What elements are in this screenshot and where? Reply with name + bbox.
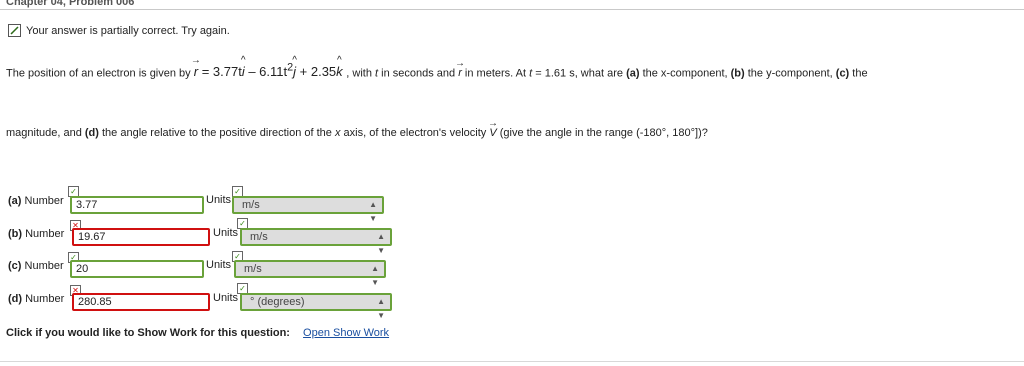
chevron-updown-icon: ▲ ▼	[377, 232, 385, 255]
divider	[0, 9, 1024, 10]
k-hat: ^ k	[336, 55, 343, 80]
i-hat: ^ i	[240, 55, 246, 80]
show-work-prompt: Click if you would like to Show Work for…	[6, 327, 290, 339]
units-select-c[interactable]: m/s ▲ ▼	[234, 260, 386, 287]
number-input-b[interactable]: 19.67	[72, 228, 210, 246]
units-select-d[interactable]: ° (degrees) ▲ ▼	[240, 293, 392, 320]
units-select-a[interactable]: m/s ▲ ▼	[232, 196, 384, 223]
problem-text: (give the angle in the range (-180°, 180…	[496, 127, 708, 139]
number-input-d[interactable]: 280.85	[72, 293, 210, 311]
eq-term1: = 3.77t	[198, 64, 242, 80]
page-title: Chapter 04, Problem 006	[6, 0, 135, 8]
problem-statement-line1: The position of an electron is given by …	[6, 55, 1016, 80]
divider	[0, 361, 1024, 362]
r-vector-symbol-2: → r	[455, 58, 466, 80]
part-a-label: (a)	[626, 67, 640, 80]
units-label-c: Units	[206, 259, 232, 271]
units-label-a: Units	[206, 194, 232, 206]
show-work-section: Click if you would like to Show Work for…	[6, 327, 389, 339]
number-input-a[interactable]: 3.77	[70, 196, 204, 214]
part-c-label: (c)	[835, 67, 850, 80]
problem-text: the angle relative to the positive direc…	[98, 127, 335, 139]
open-show-work-link[interactable]: Open Show Work	[303, 327, 389, 339]
number-input-c[interactable]: 20	[70, 260, 204, 278]
status-message: Your answer is partially correct. Try ag…	[26, 24, 230, 37]
eq-term3: + 2.35	[296, 64, 337, 80]
answer-label-a: (a) Number	[8, 195, 64, 207]
units-select-value: m/s	[242, 199, 260, 211]
chevron-updown-icon: ▲ ▼	[377, 297, 385, 320]
problem-text: = 1.61 s, what are	[532, 67, 627, 80]
eq-term2: – 6.11t	[244, 64, 288, 80]
part-b-label: (b)	[730, 67, 745, 80]
answer-label-d: (d) Number	[8, 293, 65, 305]
problem-text: in seconds and	[378, 67, 459, 80]
problem-text: the x-component,	[639, 67, 731, 80]
pencil-check-icon	[8, 24, 21, 37]
problem-text: magnitude, and	[6, 127, 85, 139]
units-select-value: m/s	[250, 231, 268, 243]
v-vector-symbol: → V	[488, 118, 498, 140]
position-equation: → r = 3.77t ^ i – 6.11t2 ^ j + 2.35 ^ k	[190, 55, 347, 80]
answer-label-b: (b) Number	[8, 228, 65, 240]
status-banner: Your answer is partially correct. Try ag…	[8, 24, 230, 37]
units-select-value: ° (degrees)	[250, 296, 305, 308]
problem-text: the y-component,	[744, 67, 836, 80]
problem-intro: The position of an electron is given by	[6, 67, 191, 80]
units-select-value: m/s	[244, 263, 262, 275]
problem-text: , with	[346, 67, 376, 80]
problem-text: in meters. At	[461, 67, 530, 80]
problem-statement-line2: magnitude, and (d) the angle relative to…	[6, 118, 708, 140]
chevron-updown-icon: ▲ ▼	[371, 264, 379, 287]
problem-text: the	[849, 67, 868, 80]
problem-text: axis, of the electron's velocity	[340, 127, 490, 139]
r-vector-symbol: → r	[190, 55, 201, 80]
j-hat: ^ j	[292, 55, 297, 80]
units-label-d: Units	[213, 292, 239, 304]
part-d-label: (d)	[84, 127, 99, 139]
units-select-b[interactable]: m/s ▲ ▼	[240, 228, 392, 255]
units-label-b: Units	[213, 227, 239, 239]
answer-label-c: (c) Number	[8, 260, 64, 272]
chevron-updown-icon: ▲ ▼	[369, 200, 377, 223]
